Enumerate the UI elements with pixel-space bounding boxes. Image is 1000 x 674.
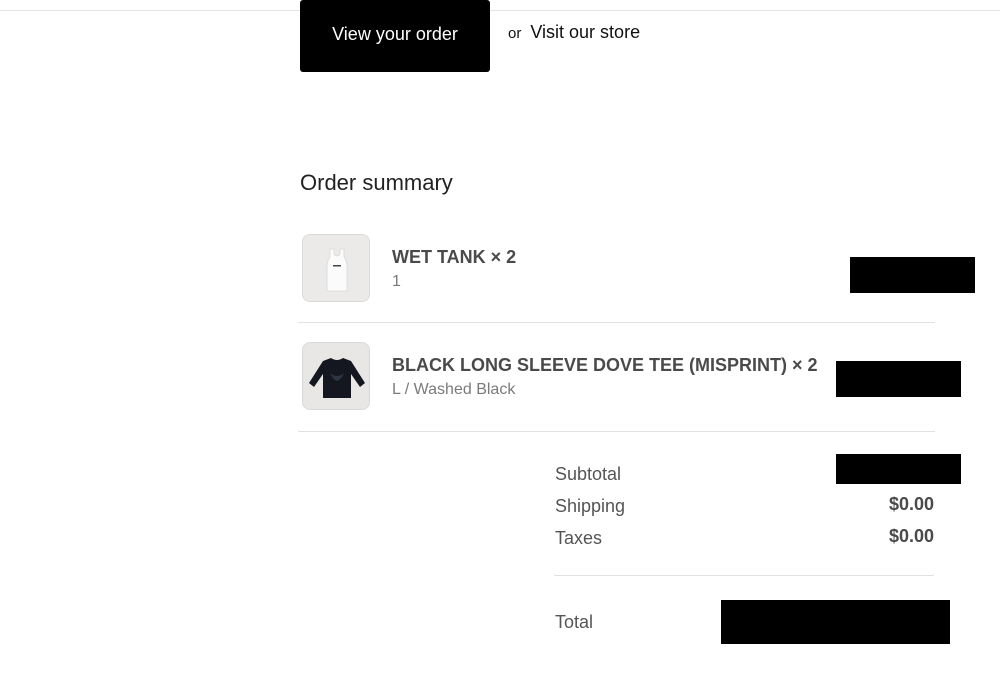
item-divider xyxy=(298,322,935,323)
taxes-label: Taxes xyxy=(555,528,603,548)
item-divider xyxy=(298,431,935,432)
item-price-redacted xyxy=(850,257,975,293)
total-value-redacted xyxy=(721,600,950,644)
subtotal-value-redacted xyxy=(836,454,961,484)
order-item: WET TANK × 2 1 xyxy=(300,234,935,304)
visit-store-line: or Visit our store xyxy=(508,22,640,43)
black-long-sleeve-tee-image xyxy=(303,343,369,409)
item-price-redacted xyxy=(836,361,961,397)
order-confirmation-page: View your order or Visit our store Order… xyxy=(0,0,1000,674)
shipping-value: $0.00 xyxy=(888,494,934,514)
taxes-value: $0.00 xyxy=(888,526,934,546)
view-order-button-label: View your order xyxy=(332,23,458,44)
totals-divider xyxy=(554,575,934,576)
item-variant: 1 xyxy=(392,273,401,290)
item-name: WET TANK × 2 xyxy=(392,247,517,267)
product-thumbnail-white-tank xyxy=(302,234,370,302)
order-summary-title: Order summary xyxy=(300,170,453,195)
item-variant: L / Washed Black xyxy=(392,381,516,398)
subtotal-label: Subtotal xyxy=(555,464,622,484)
white-tank-top-image xyxy=(303,235,369,301)
view-order-button[interactable]: View your order xyxy=(300,0,490,72)
visit-store-link[interactable]: Visit our store xyxy=(530,22,640,42)
item-name: BLACK LONG SLEEVE DOVE TEE (MISPRINT) × … xyxy=(392,355,818,375)
or-text: or xyxy=(508,25,522,42)
product-thumbnail-black-tee xyxy=(302,342,370,410)
shipping-label: Shipping xyxy=(555,496,626,516)
top-divider xyxy=(0,10,1000,11)
total-label: Total xyxy=(555,612,594,632)
